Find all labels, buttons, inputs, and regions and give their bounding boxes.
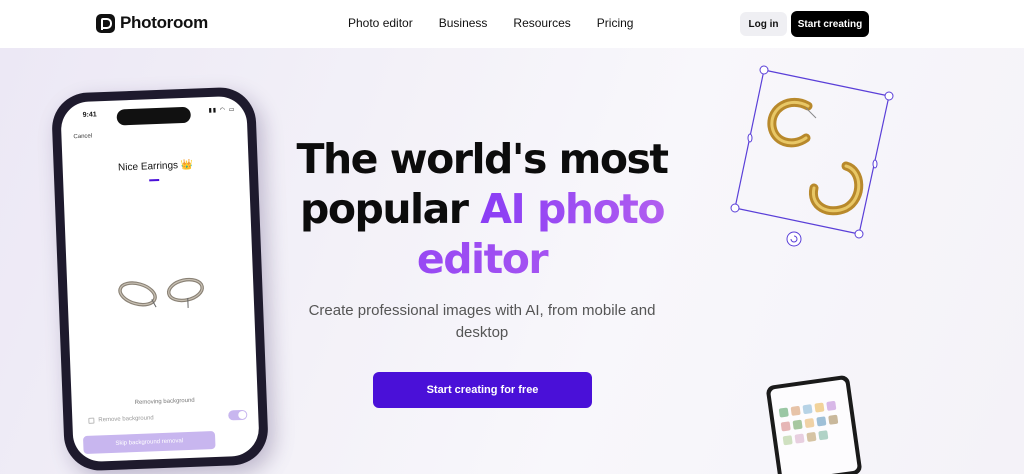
top-navigation: Photoroom Photo editor Business Resource… — [0, 0, 1024, 48]
logo-text: Photoroom — [120, 13, 208, 32]
nav-link-resources[interactable]: Resources — [513, 16, 570, 30]
rotate-icon — [786, 231, 802, 247]
nav-link-photo-editor[interactable]: Photo editor — [348, 16, 413, 30]
earrings-selection-box[interactable] — [0, 48, 1024, 474]
start-creating-button[interactable]: Start creating — [791, 11, 869, 37]
hero-section: 9:41 ▮▮ ◠ ▭ Cancel Nice Earrings 👑 Remov… — [0, 48, 1024, 474]
photoroom-logo-icon — [96, 13, 115, 33]
nav-link-business[interactable]: Business — [439, 16, 488, 30]
login-button[interactable]: Log in — [740, 12, 787, 36]
nav-link-pricing[interactable]: Pricing — [597, 16, 634, 30]
laptop-screen — [769, 379, 859, 474]
nav-links: Photo editor Business Resources Pricing — [348, 16, 659, 30]
logo[interactable]: Photoroom — [96, 13, 208, 33]
laptop-mockup — [765, 374, 863, 474]
